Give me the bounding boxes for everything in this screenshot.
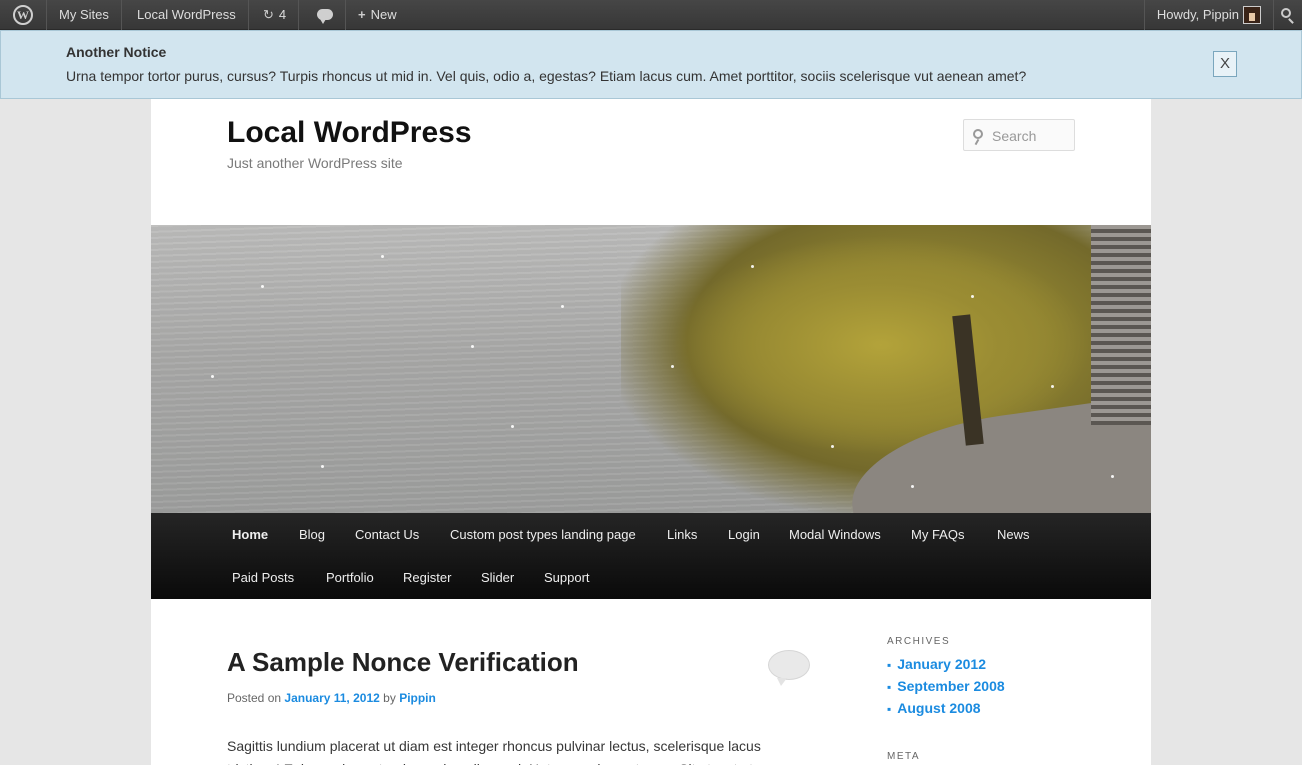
- header-image[interactable]: [151, 225, 1151, 513]
- admin-bar: W My Sites Local WordPress ↻ 4 + New Howdy…: [0, 0, 1302, 30]
- site-description: Just another WordPress site: [227, 155, 403, 171]
- nav-item-links[interactable]: Links: [667, 513, 697, 556]
- nav-item-my-faqs[interactable]: My FAQs: [911, 513, 964, 556]
- post-date-link[interactable]: January 11, 2012: [284, 691, 379, 705]
- updates-count: 4: [278, 7, 287, 22]
- post-title[interactable]: A Sample Nonce Verification: [227, 647, 579, 678]
- archives-list: January 2012September 2008August 2008: [887, 654, 1005, 720]
- updates-menu[interactable]: ↻ 4: [251, 0, 300, 30]
- wordpress-logo-icon: W: [13, 5, 33, 25]
- nav-item-modal-windows[interactable]: Modal Windows: [789, 513, 881, 556]
- wordpress-menu[interactable]: W: [0, 0, 47, 30]
- page: Local WordPress Just another WordPress s…: [151, 99, 1151, 765]
- admin-notice: Another Notice Urna tempor tortor purus,…: [0, 30, 1302, 99]
- nav-item-home[interactable]: Home: [232, 513, 268, 556]
- nav-item-paid-posts[interactable]: Paid Posts: [232, 556, 294, 599]
- notice-title: Another Notice: [66, 44, 167, 60]
- nav-item-register[interactable]: Register: [403, 556, 451, 599]
- my-sites-label: My Sites: [59, 7, 109, 22]
- stairs: [1091, 225, 1151, 425]
- nav-item-portfolio[interactable]: Portfolio: [326, 556, 374, 599]
- notice-text: Urna tempor tortor purus, cursus? Turpis…: [66, 68, 1027, 84]
- post-author-link[interactable]: Pippin: [399, 691, 436, 705]
- post-excerpt: Sagittis lundium placerat ut diam est in…: [227, 738, 761, 765]
- posted-on-label: Posted on: [227, 691, 282, 705]
- new-content-menu[interactable]: + New: [346, 0, 409, 30]
- archives-widget-title: ARCHIVES: [887, 636, 951, 647]
- search-box: [963, 119, 1075, 151]
- notice-close-button[interactable]: X: [1213, 51, 1237, 77]
- search-icon: [973, 129, 983, 139]
- search-input[interactable]: [992, 126, 1072, 146]
- site-name-menu[interactable]: Local WordPress: [125, 0, 249, 30]
- howdy-label: Howdy, Pippin: [1156, 7, 1239, 22]
- archive-link[interactable]: August 2008: [887, 698, 1005, 720]
- archive-link[interactable]: September 2008: [887, 676, 1004, 698]
- my-sites-menu[interactable]: My Sites: [47, 0, 122, 30]
- search-icon: [1281, 8, 1291, 18]
- refresh-icon: ↻: [263, 7, 274, 22]
- site-title[interactable]: Local WordPress: [227, 116, 472, 150]
- by-label: by: [383, 691, 396, 705]
- main-navigation: Home Blog Contact Us Custom post types land…: [151, 513, 1151, 599]
- nav-item-login[interactable]: Login: [728, 513, 760, 556]
- avatar: [1243, 5, 1261, 24]
- admin-search[interactable]: [1274, 0, 1302, 30]
- nav-item-custom-post-types-landing-page[interactable]: Custom post types landing page: [450, 513, 636, 556]
- new-label: New: [370, 7, 397, 22]
- meta-widget-title: META: [887, 751, 921, 762]
- nav-item-contact-us[interactable]: Contact Us: [355, 513, 419, 556]
- comments-menu[interactable]: [304, 0, 346, 30]
- account-menu[interactable]: Howdy, Pippin: [1143, 0, 1274, 30]
- nav-item-news[interactable]: News: [997, 513, 1030, 556]
- nav-item-support[interactable]: Support: [544, 556, 590, 599]
- nav-item-slider[interactable]: Slider: [481, 556, 514, 599]
- comment-icon: [317, 9, 333, 24]
- nav-item-blog[interactable]: Blog: [299, 513, 325, 556]
- site-name-label: Local WordPress: [137, 7, 236, 22]
- comment-bubble-icon[interactable]: [768, 650, 810, 686]
- archive-link[interactable]: January 2012: [887, 654, 1005, 676]
- post-meta: Posted on January 11, 2012 by Pippin: [227, 691, 436, 705]
- plus-icon: +: [358, 7, 366, 22]
